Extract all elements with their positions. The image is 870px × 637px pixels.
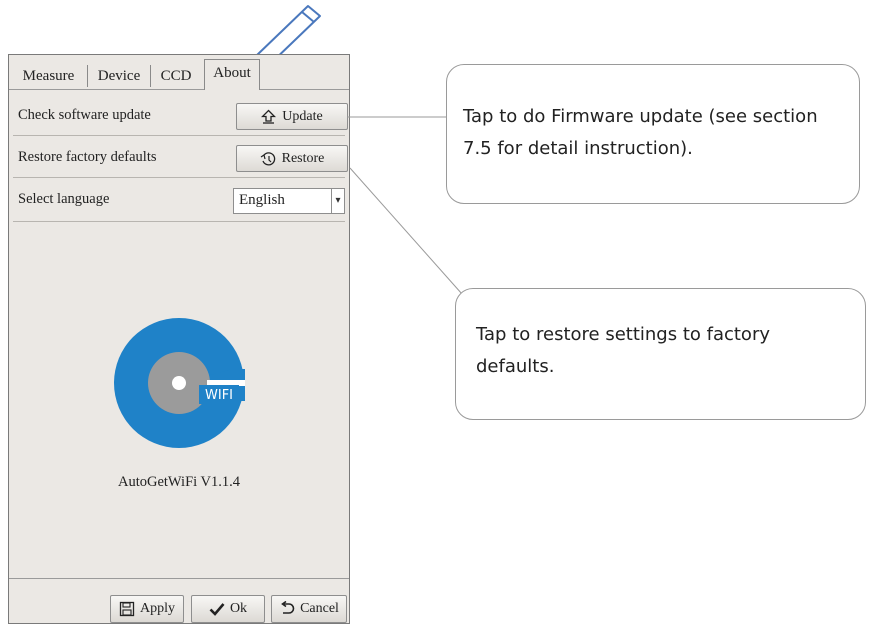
ok-button[interactable]: Ok [191, 595, 265, 623]
row-divider [13, 221, 345, 222]
cancel-button-label: Cancel [300, 601, 339, 616]
apply-button-label: Apply [140, 601, 175, 616]
tab-ccd[interactable]: CCD [151, 64, 201, 89]
restore-callout: Tap to restore settings to factory defau… [455, 288, 866, 420]
save-disk-icon [119, 601, 135, 617]
check-update-label: Check software update [18, 107, 151, 123]
update-button[interactable]: Update [236, 103, 348, 130]
select-language-label: Select language [18, 191, 110, 207]
update-callout-text: Tap to do Firmware update (see section 7… [463, 106, 818, 159]
undo-arrow-icon [281, 601, 295, 614]
row-divider [13, 135, 345, 136]
cancel-button[interactable]: Cancel [271, 595, 347, 623]
ok-button-label: Ok [229, 601, 248, 616]
logo-wifi-text: WIFI [205, 388, 233, 403]
restore-defaults-label: Restore factory defaults [18, 149, 157, 165]
restore-callout-text: Tap to restore settings to factory defau… [476, 324, 770, 377]
device-settings-panel: Measure Device CCD About Check software … [8, 54, 350, 624]
tab-about[interactable]: About [204, 59, 260, 90]
home-up-arrow-icon [261, 109, 277, 124]
row-divider [13, 177, 345, 178]
update-button-label: Update [282, 108, 323, 124]
update-callout: Tap to do Firmware update (see section 7… [446, 64, 860, 204]
restore-clock-icon [260, 151, 275, 165]
autogetwifi-logo: WIFI [114, 318, 245, 448]
restore-button-label: Restore [281, 150, 325, 166]
tab-measure[interactable]: Measure [11, 64, 86, 89]
app-version-label: AutoGetWiFi V1.1.4 [118, 474, 240, 490]
tab-device[interactable]: Device [88, 64, 150, 89]
dropdown-arrow-icon[interactable]: ▾ [331, 189, 344, 213]
footer-divider [9, 578, 349, 579]
checkmark-icon [209, 603, 225, 616]
tab-bar: Measure Device CCD [9, 55, 349, 90]
language-select-value: English [239, 192, 285, 208]
restore-button[interactable]: Restore [236, 145, 348, 172]
language-select[interactable]: English ▾ [233, 188, 345, 214]
apply-button[interactable]: Apply [110, 595, 184, 623]
